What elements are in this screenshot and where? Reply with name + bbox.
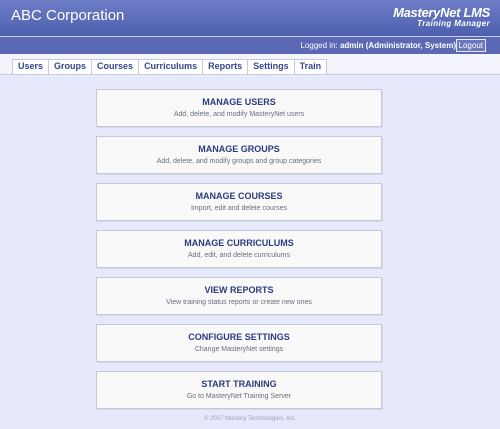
masterynet-logo: MasteryNet LMS Training Manager — [393, 5, 490, 28]
tab-reports[interactable]: Reports — [202, 59, 249, 74]
start-training-card[interactable]: START TRAINING Go to MasteryNet Training… — [96, 371, 382, 409]
tab-train[interactable]: Train — [293, 59, 328, 74]
logo-sub-text: Training Manager — [417, 19, 490, 28]
logged-in-user: admin (Administrator, System) — [339, 41, 456, 50]
tab-bar: Users Groups Courses Curriculums Reports… — [0, 54, 500, 75]
configure-settings-title: CONFIGURE SETTINGS — [188, 332, 290, 342]
manage-courses-title: MANAGE COURSES — [195, 191, 283, 201]
logged-in-label: Logged in: — [300, 41, 340, 50]
tab-settings[interactable]: Settings — [247, 59, 295, 74]
tab-list: Users Groups Courses Curriculums Reports… — [12, 59, 328, 74]
manage-users-card[interactable]: MANAGE USERS Add, delete, and modify Mas… — [96, 89, 382, 127]
view-reports-card[interactable]: VIEW REPORTS View training status report… — [96, 277, 382, 315]
manage-groups-card[interactable]: MANAGE GROUPS Add, delete, and modify gr… — [96, 136, 382, 174]
logo-main-text: MasteryNet LMS — [393, 5, 490, 20]
logout-button[interactable]: Logout — [455, 39, 486, 52]
manage-users-title: MANAGE USERS — [202, 97, 276, 107]
configure-settings-card[interactable]: CONFIGURE SETTINGS Change MasteryNet set… — [96, 324, 382, 362]
view-reports-title: VIEW REPORTS — [204, 285, 274, 295]
manage-curriculums-title: MANAGE CURRICULUMS — [184, 238, 294, 248]
organization-title: ABC Corporation — [11, 7, 125, 24]
copyright-footer: © 2007 Mastery Technologies, Inc. — [203, 416, 297, 422]
manage-groups-title: MANAGE GROUPS — [198, 144, 280, 154]
start-training-title: START TRAINING — [201, 379, 277, 389]
tab-curriculums[interactable]: Curriculums — [138, 59, 204, 74]
tab-courses[interactable]: Courses — [91, 59, 140, 74]
user-bar: Logged in: admin (Administrator, System)… — [0, 37, 500, 54]
start-training-desc: Go to MasteryNet Training Server — [186, 393, 292, 400]
manage-courses-desc: Import, edit and delete courses — [190, 205, 288, 212]
manage-groups-desc: Add, delete, and modify groups and group… — [156, 158, 322, 165]
tab-users[interactable]: Users — [12, 59, 50, 74]
manage-curriculums-desc: Add, edit, and delete curriculums — [188, 252, 290, 259]
tab-groups[interactable]: Groups — [48, 59, 93, 74]
manage-courses-card[interactable]: MANAGE COURSES Import, edit and delete c… — [96, 183, 382, 221]
view-reports-desc: View training status reports or create n… — [166, 299, 312, 306]
configure-settings-desc: Change MasteryNet settings — [194, 346, 284, 353]
app-header: ABC Corporation MasteryNet LMS Training … — [0, 0, 500, 36]
logged-in-status: Logged in: admin (Administrator, System) — [300, 41, 456, 50]
main-menu: MANAGE USERS Add, delete, and modify Mas… — [96, 89, 382, 418]
manage-curriculums-card[interactable]: MANAGE CURRICULUMS Add, edit, and delete… — [96, 230, 382, 268]
manage-users-desc: Add, delete, and modify MasteryNet users — [173, 111, 305, 118]
